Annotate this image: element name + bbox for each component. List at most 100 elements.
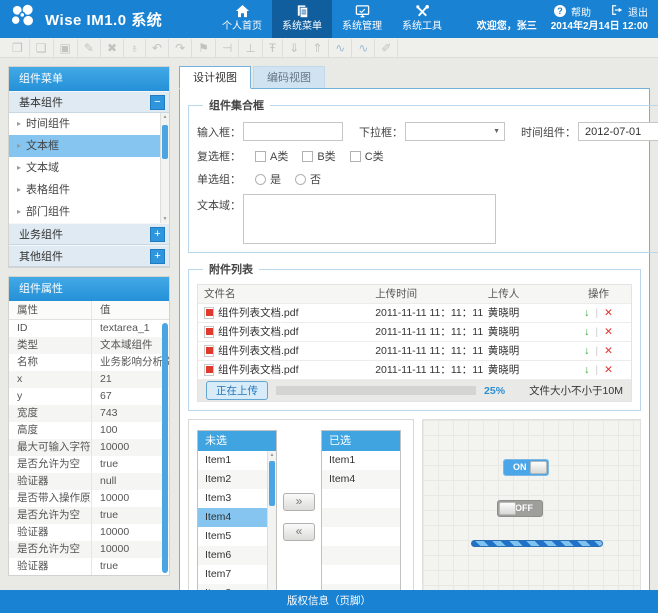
- download-icon[interactable]: ↓: [584, 342, 589, 361]
- delete-icon[interactable]: ✕: [604, 342, 613, 361]
- nav-item-system-admin[interactable]: 系统管理: [332, 0, 392, 38]
- menu-item-table-component[interactable]: ▸ 表格组件: [9, 179, 169, 201]
- list-scrollbar[interactable]: ▲ ▼: [267, 451, 276, 603]
- menu-item-textbox[interactable]: ▸ 文本框: [9, 135, 169, 157]
- pencil-icon[interactable]: ✐: [375, 39, 398, 57]
- list-item[interactable]: Item6: [198, 546, 276, 565]
- text-input[interactable]: [243, 122, 343, 141]
- list-item[interactable]: Item4: [322, 470, 400, 489]
- curve-alt-icon[interactable]: ∿: [352, 39, 375, 57]
- table-row[interactable]: 是否允许为空true: [9, 507, 169, 524]
- toggle-switch-off[interactable]: OFF: [497, 500, 543, 517]
- list-item[interactable]: Item3: [198, 489, 276, 508]
- list-item[interactable]: Item1: [198, 451, 276, 470]
- table-row[interactable]: 宽度743: [9, 405, 169, 422]
- text-tool-icon[interactable]: Ŧ: [263, 39, 283, 57]
- save-icon[interactable]: ▣: [54, 39, 78, 57]
- table-row[interactable]: IDtextarea_1: [9, 320, 169, 337]
- curve-icon[interactable]: ∿: [329, 39, 352, 57]
- help-icon[interactable]: ?: [554, 5, 566, 17]
- accordion-basic-components[interactable]: 基本组件 −: [9, 91, 169, 113]
- list-item-selected[interactable]: Item4: [198, 508, 276, 527]
- radio-yes[interactable]: [255, 174, 266, 185]
- nav-item-system-menu[interactable]: 系统菜单: [272, 0, 332, 38]
- edit-icon[interactable]: ✎: [78, 39, 101, 57]
- checkbox-b[interactable]: [302, 151, 313, 162]
- table-row[interactable]: 是否允许为空10000: [9, 541, 169, 558]
- menu-item-textarea[interactable]: ▸ 文本域: [9, 157, 169, 179]
- prop-value: true: [92, 558, 169, 575]
- table-row[interactable]: 名称业务影响分析说明: [9, 354, 169, 371]
- main-nav: 个人首页 系统菜单: [212, 0, 452, 38]
- table-row[interactable]: 是否允许为空true: [9, 456, 169, 473]
- file-name[interactable]: 组件列表文档.pdf: [218, 342, 299, 361]
- collapse-icon[interactable]: −: [150, 95, 165, 110]
- delete-icon[interactable]: ✕: [604, 304, 613, 323]
- uploading-button[interactable]: 正在上传: [206, 381, 268, 400]
- help-link[interactable]: 帮助: [571, 4, 591, 19]
- scroll-down-icon[interactable]: ▼: [161, 215, 169, 223]
- scroll-up-icon[interactable]: ▲: [268, 451, 276, 459]
- scrollbar-thumb[interactable]: [269, 461, 275, 506]
- scrollbar-thumb[interactable]: [162, 125, 168, 159]
- align-left-icon[interactable]: ⊣: [216, 39, 239, 57]
- download-icon[interactable]: ↓: [584, 361, 589, 380]
- table-row[interactable]: 高度100: [9, 422, 169, 439]
- radio-no[interactable]: [295, 174, 306, 185]
- nav-item-system-tools[interactable]: 系统工具: [392, 0, 452, 38]
- publish-icon[interactable]: ♁: [124, 39, 146, 57]
- list-item[interactable]: Item7: [198, 565, 276, 584]
- table-row[interactable]: 验证器null: [9, 473, 169, 490]
- redo-icon[interactable]: ↷: [169, 39, 192, 57]
- list-item[interactable]: Item2: [198, 470, 276, 489]
- expand-icon[interactable]: +: [150, 249, 165, 264]
- menu-scrollbar[interactable]: ▲ ▼: [160, 113, 169, 223]
- date-input[interactable]: 2012-07-01: [578, 122, 658, 141]
- prop-value: true: [92, 507, 169, 524]
- table-row[interactable]: 类型文本域组件: [9, 337, 169, 354]
- properties-scrollbar-thumb[interactable]: [162, 323, 168, 573]
- textarea-field[interactable]: [243, 194, 496, 244]
- dropdown-select[interactable]: ▼: [405, 122, 505, 141]
- scroll-up-icon[interactable]: ▲: [161, 113, 169, 121]
- export-doc-icon[interactable]: ⇑: [306, 39, 329, 57]
- delete-icon[interactable]: ✕: [604, 323, 613, 342]
- file-name[interactable]: 组件列表文档.pdf: [218, 323, 299, 342]
- delete-icon[interactable]: ✕: [604, 361, 613, 380]
- align-bottom-icon[interactable]: ⊥: [239, 39, 262, 57]
- toggle-knob[interactable]: [530, 461, 547, 474]
- download-icon[interactable]: ↓: [584, 323, 589, 342]
- flag-icon[interactable]: ⚑: [192, 39, 216, 57]
- checkbox-a[interactable]: [255, 151, 266, 162]
- accordion-other-components[interactable]: 其他组件 +: [9, 245, 169, 267]
- open-folder-icon[interactable]: ❏: [30, 39, 54, 57]
- file-name[interactable]: 组件列表文档.pdf: [218, 304, 299, 323]
- checkbox-c[interactable]: [350, 151, 361, 162]
- move-left-button[interactable]: «: [283, 523, 315, 541]
- list-item[interactable]: Item5: [198, 527, 276, 546]
- new-file-icon[interactable]: ❐: [6, 39, 30, 57]
- toggle-switch-on[interactable]: ON: [503, 459, 549, 476]
- nav-item-home[interactable]: 个人首页: [212, 0, 272, 38]
- table-row[interactable]: 是否带入操作原因10000: [9, 490, 169, 507]
- move-right-button[interactable]: »: [283, 493, 315, 511]
- table-row[interactable]: 最大可输入字符数10000: [9, 439, 169, 456]
- delete-icon[interactable]: ✖: [101, 39, 124, 57]
- file-name[interactable]: 组件列表文档.pdf: [218, 361, 299, 380]
- list-item[interactable]: Item1: [322, 451, 400, 470]
- table-row[interactable]: x21: [9, 371, 169, 388]
- download-icon[interactable]: ↓: [584, 304, 589, 323]
- logout-link[interactable]: 退出: [628, 4, 648, 19]
- import-doc-icon[interactable]: ⇓: [283, 39, 306, 57]
- menu-item-time-component[interactable]: ▸ 时间组件: [9, 113, 169, 135]
- undo-icon[interactable]: ↶: [146, 39, 169, 57]
- menu-item-department-component[interactable]: ▸ 部门组件: [9, 201, 169, 223]
- table-row[interactable]: y67: [9, 388, 169, 405]
- toggle-knob[interactable]: [499, 502, 516, 515]
- expand-icon[interactable]: +: [150, 227, 165, 242]
- table-row[interactable]: 验证器10000: [9, 524, 169, 541]
- tab-design-view[interactable]: 设计视图: [179, 66, 251, 89]
- accordion-business-components[interactable]: 业务组件 +: [9, 223, 169, 245]
- tab-code-view[interactable]: 编码视图: [253, 66, 325, 89]
- table-row[interactable]: 验证器true: [9, 558, 169, 575]
